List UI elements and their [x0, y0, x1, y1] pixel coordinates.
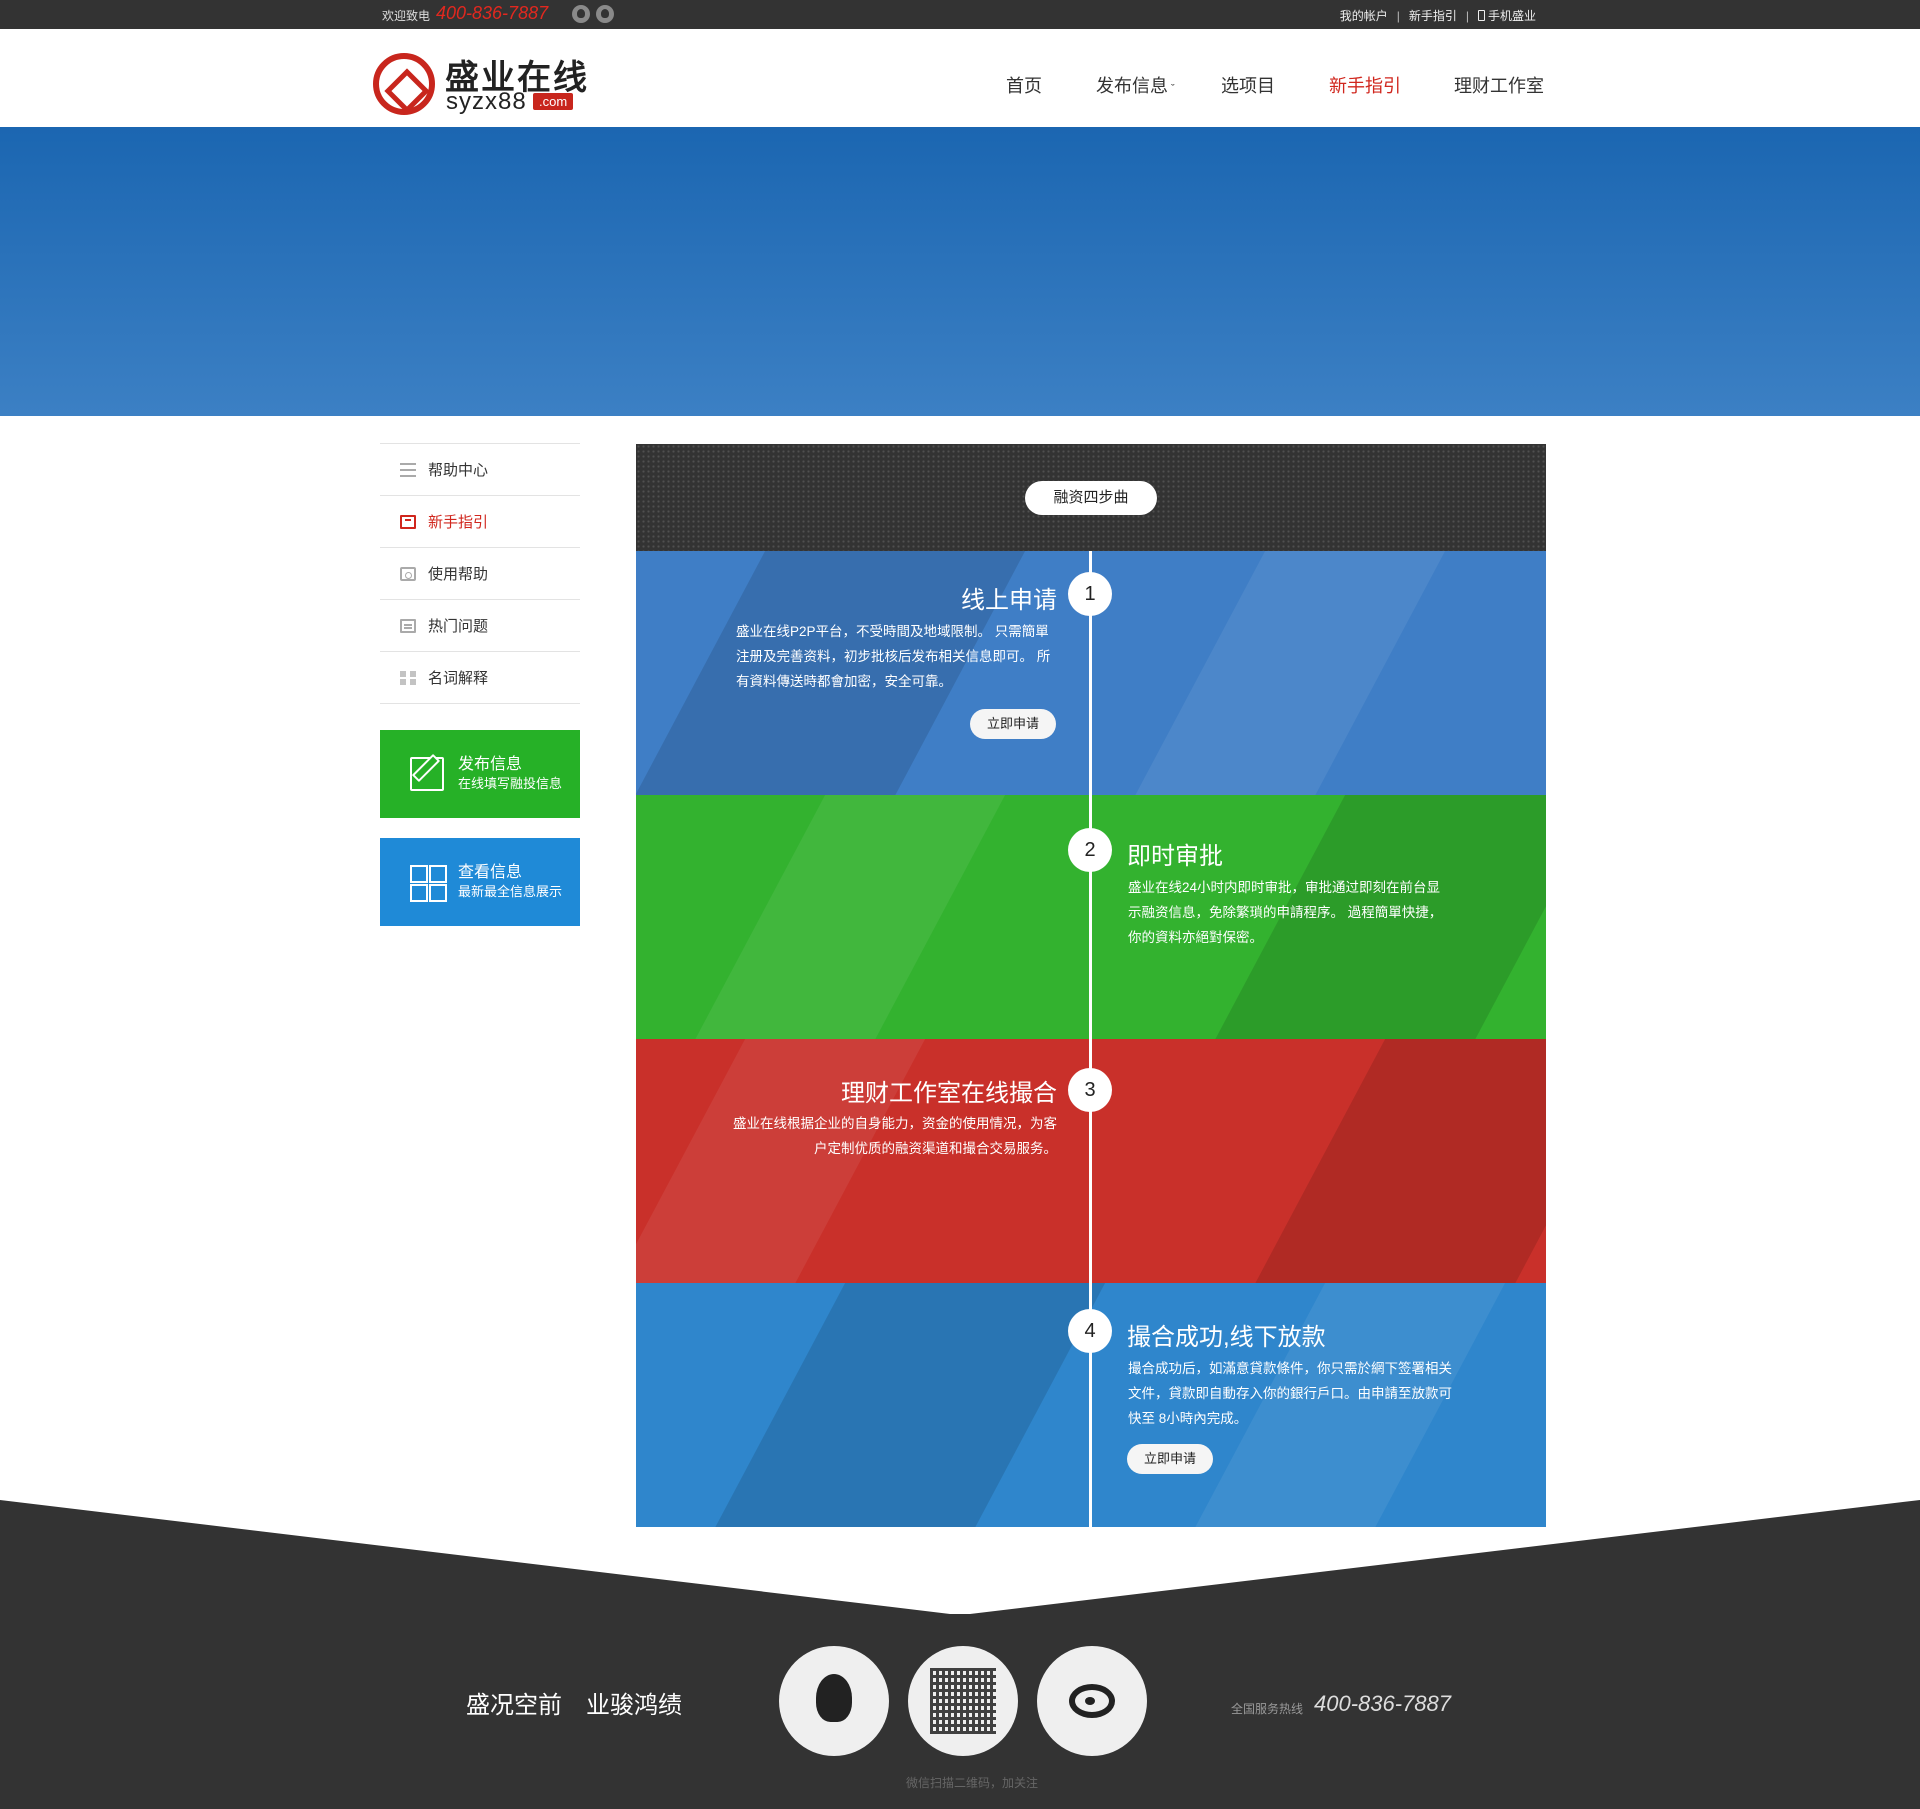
step-number: 2: [1068, 828, 1112, 872]
mobile-icon: [1477, 10, 1485, 21]
footer-slogan: 盛况空前 业骏鸿绩: [466, 1685, 706, 1720]
sidebar-item-label: 热门问题: [428, 618, 489, 635]
logo-com: .com: [533, 93, 574, 110]
decor-stripe: [636, 795, 1069, 1039]
panel-title: 融资四步曲: [1025, 481, 1157, 515]
desc-line: 示融资信息，免除繁瑣的申請程序。 過程簡單快捷，: [1128, 905, 1443, 920]
apply-button[interactable]: 立即申请: [970, 709, 1056, 739]
steps-panel: 融资四步曲 1 线上申请 盛业在线P2P平台，不受時間及地域限制。 只需簡單 注…: [636, 444, 1546, 1527]
timeline-line: [1089, 551, 1092, 1527]
pen-icon: [410, 757, 444, 791]
qq-icon[interactable]: [596, 5, 614, 23]
welcome-text: 欢迎致电: [382, 9, 431, 23]
step-description: 盛业在线P2P平台，不受時間及地域限制。 只需簡單 注册及完善资料，初步批核后发…: [736, 619, 1076, 694]
desc-line: 盛业在线根据企业的自身能力，资金的使用情况，为客: [733, 1116, 1057, 1131]
weibo-button[interactable]: [1037, 1646, 1147, 1756]
guide-icon: [400, 514, 416, 529]
desc-line: 快至 8小時內完成。: [1128, 1411, 1248, 1426]
slogan-part: 业骏鸿绩: [586, 1692, 682, 1719]
logo-domain: syzx88: [446, 88, 527, 115]
sidebar: 帮助中心 新手指引 使用帮助 热门问题 名词解释: [380, 443, 580, 704]
grid-icon: [410, 865, 444, 902]
step-number: 1: [1068, 572, 1112, 616]
sidebar-item-faq[interactable]: 热门问题: [380, 600, 580, 652]
step-description: 盛业在线根据企业的自身能力，资金的使用情况，为客 户定制优质的融资渠道和撮合交易…: [677, 1111, 1057, 1161]
step-number: 4: [1068, 1309, 1112, 1353]
footer-hotline: 400-836-7887: [1314, 1691, 1452, 1716]
panel-header: 融资四步曲: [636, 444, 1546, 551]
nav-publish[interactable]: 发布信息 ˇ: [1096, 72, 1175, 98]
apply-button[interactable]: 立即申请: [1127, 1444, 1213, 1474]
desc-line: 盛业在线24小时内即时审批，审批通过即刻在前台显: [1128, 880, 1441, 895]
qrcode-button[interactable]: [908, 1646, 1018, 1756]
chevron-down-icon: ˇ: [1171, 83, 1175, 95]
wechat-icon[interactable]: [572, 5, 590, 23]
logo-icon[interactable]: [373, 53, 435, 115]
view-info-button[interactable]: 查看信息 最新最全信息展示: [380, 838, 580, 926]
step-description: 盛业在线24小时内即时审批，审批通过即刻在前台显 示融资信息，免除繁瑣的申請程序…: [1128, 875, 1488, 950]
publish-subtitle: 在线填写融投信息: [458, 776, 563, 791]
sidebar-item-label: 新手指引: [428, 514, 489, 531]
mobile-link[interactable]: 手机盛业: [1488, 7, 1536, 24]
nav-guide[interactable]: 新手指引: [1329, 72, 1401, 98]
desc-line: 户定制优质的融资渠道和撮合交易服务。: [814, 1141, 1057, 1156]
sidebar-item-label: 使用帮助: [428, 566, 489, 583]
qrcode-icon: [930, 1668, 996, 1734]
decor-stripe: [1183, 1039, 1546, 1283]
decor-stripe: [1063, 551, 1509, 795]
desc-line: 你的資料亦絕對保密。: [1128, 930, 1263, 945]
desc-line: 有資料傳送時都會加密，安全可靠。: [736, 674, 952, 689]
step-title: 线上申请: [961, 587, 1057, 614]
qq-button[interactable]: [779, 1646, 889, 1756]
header: [0, 29, 1920, 127]
my-account-link[interactable]: 我的帐户: [1340, 7, 1388, 24]
hotline-label: 全国服务热线: [1231, 1702, 1304, 1716]
sidebar-item-glossary[interactable]: 名词解释: [380, 652, 580, 704]
step-title: 撮合成功,线下放款: [1127, 1324, 1326, 1351]
qrcode-caption: 微信扫描二维码，加关注: [906, 1776, 1039, 1790]
step-title: 即时审批: [1127, 843, 1223, 870]
desc-line: 撮合成功后，如滿意貸款條件，你只需於網下签署相关: [1128, 1361, 1452, 1376]
top-phone: 400-836-7887: [436, 3, 549, 23]
sidebar-item-guide[interactable]: 新手指引: [380, 496, 580, 548]
top-links: 我的帐户 | 新手指引 | 手机盛业: [1340, 7, 1536, 24]
publish-title: 发布信息: [458, 756, 523, 773]
weibo-icon: [1069, 1684, 1115, 1718]
sidebar-item-usage-help[interactable]: 使用帮助: [380, 548, 580, 600]
separator: |: [1396, 8, 1400, 23]
desc-line: 文件，貸款即自動存入你的銀行戶口。由申請至放款可: [1128, 1386, 1452, 1401]
top-bar: 欢迎致电 400-836-7887 我的帐户 | 新手指引 | 手机盛业: [0, 0, 1920, 29]
faq-icon: [400, 618, 416, 633]
qq-icon: [816, 1674, 852, 1722]
slogan-part: 盛况空前: [466, 1692, 562, 1719]
glossary-icon: [400, 670, 416, 685]
guide-link[interactable]: 新手指引: [1409, 7, 1457, 24]
nav-home[interactable]: 首页: [1006, 72, 1042, 98]
view-title: 查看信息: [458, 864, 523, 881]
banner: [0, 127, 1920, 416]
nav-studio[interactable]: 理财工作室: [1454, 72, 1544, 98]
menu-icon: [400, 462, 416, 477]
desc-line: 盛业在线P2P平台，不受時間及地域限制。 只需簡單: [736, 624, 1049, 639]
view-subtitle: 最新最全信息展示: [458, 884, 563, 899]
desc-line: 注册及完善资料，初步批核后发布相关信息即可。 所: [736, 649, 1051, 664]
nav-projects[interactable]: 选项目: [1221, 72, 1275, 98]
step-number: 3: [1068, 1068, 1112, 1112]
step-title: 理财工作室在线撮合: [841, 1080, 1057, 1107]
nav-publish-label: 发布信息: [1096, 76, 1168, 96]
sidebar-item-label: 名词解释: [428, 670, 489, 687]
sidebar-item-label: 帮助中心: [428, 462, 489, 479]
step-description: 撮合成功后，如滿意貸款條件，你只需於網下签署相关 文件，貸款即自動存入你的銀行戶…: [1128, 1356, 1508, 1431]
separator: |: [1465, 8, 1469, 23]
help-icon: [400, 566, 416, 581]
publish-info-button[interactable]: 发布信息 在线填写融投信息: [380, 730, 580, 818]
sidebar-item-help-center[interactable]: 帮助中心: [380, 444, 580, 496]
